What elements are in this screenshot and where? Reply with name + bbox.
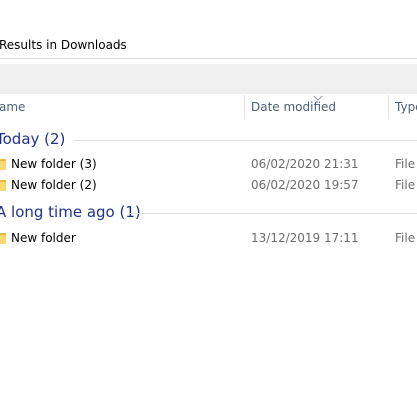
list-item[interactable]: New folder (3) 06/02/2020 21:31 File f: [0, 154, 417, 175]
folder-icon: [0, 233, 6, 244]
column-date-modified-header[interactable]: Date modified: [251, 100, 336, 114]
list-item[interactable]: New folder (2) 06/02/2020 19:57 File f: [0, 175, 417, 196]
item-type: File f: [395, 157, 417, 171]
item-date-modified: 13/12/2019 17:11: [251, 231, 359, 245]
file-explorer-window: Results in Downloads › ame Date modified…: [0, 0, 417, 411]
group-divider: [128, 213, 417, 214]
list-item[interactable]: New folder 13/12/2019 17:11 File f: [0, 228, 417, 249]
group-title[interactable]: A long time ago (1): [0, 203, 147, 221]
chevron-right-icon[interactable]: ›: [117, 38, 121, 51]
folder-icon: [0, 180, 6, 191]
item-name: New folder (2): [11, 178, 97, 192]
column-separator[interactable]: [388, 95, 389, 119]
column-header-row: ame Date modified Type: [0, 95, 417, 119]
address-path[interactable]: Results in Downloads: [0, 38, 127, 52]
item-date-modified: 06/02/2020 21:31: [251, 157, 359, 171]
item-name: New folder (3): [11, 157, 97, 171]
item-name: New folder: [11, 231, 76, 245]
command-bar: [0, 64, 417, 94]
group-header-a-long-time-ago[interactable]: A long time ago (1): [0, 203, 417, 223]
column-separator[interactable]: [244, 95, 245, 119]
group-divider: [74, 140, 417, 141]
folder-icon: [0, 159, 6, 170]
group-header-today[interactable]: Today (2): [0, 130, 417, 150]
column-name-header[interactable]: ame: [0, 100, 25, 114]
window-top-area: [0, 0, 417, 36]
column-type-header[interactable]: Type: [395, 100, 417, 114]
item-type: File f: [395, 231, 417, 245]
address-bar[interactable]: Results in Downloads ›: [0, 35, 417, 59]
group-title[interactable]: Today (2): [0, 130, 72, 148]
item-type: File f: [395, 178, 417, 192]
item-date-modified: 06/02/2020 19:57: [251, 178, 359, 192]
